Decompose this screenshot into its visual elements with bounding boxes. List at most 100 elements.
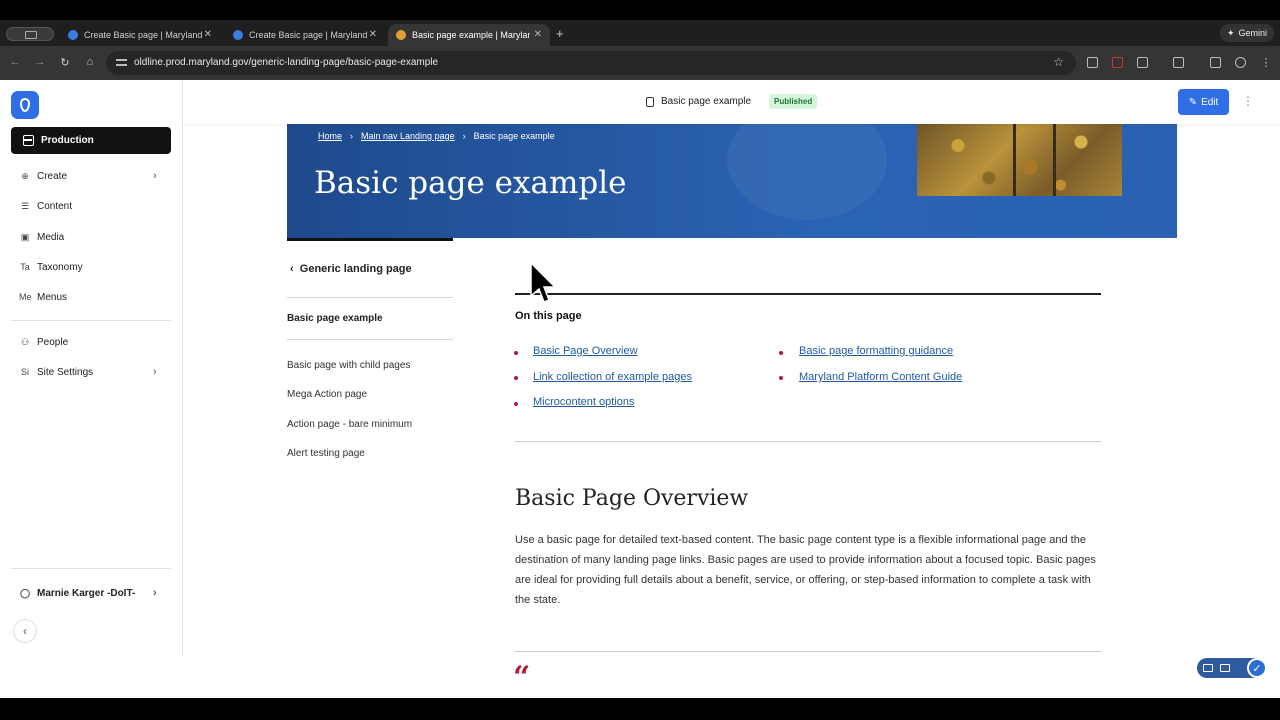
chevron-left-icon: ‹ xyxy=(290,263,300,275)
site-settings-icon[interactable] xyxy=(116,57,127,68)
drupal-logo[interactable] xyxy=(11,91,39,119)
edit-button[interactable]: ✎ Edit xyxy=(1178,89,1229,115)
left-nav-current[interactable]: Basic page example xyxy=(287,313,383,324)
toc-link[interactable]: Basic Page Overview xyxy=(533,345,638,357)
table-icon xyxy=(1203,664,1213,672)
puzzle-icon[interactable] xyxy=(1137,57,1148,68)
user-name: Marnie Karger -DoIT- xyxy=(37,587,136,599)
bullet-icon xyxy=(779,376,783,380)
gemini-label: Gemini xyxy=(1238,28,1267,38)
people-icon: ⚇ xyxy=(20,336,30,347)
extension-icon[interactable] xyxy=(1112,57,1123,68)
more-options-icon[interactable]: ⋮ xyxy=(1242,94,1254,108)
plus-circle-icon: ⊕ xyxy=(21,170,29,181)
close-tab-icon[interactable]: ✕ xyxy=(204,29,212,40)
favicon-icon xyxy=(68,30,78,40)
toc-link[interactable]: Link collection of example pages xyxy=(533,371,692,383)
tab-title: Create Basic page | Maryland xyxy=(249,30,367,40)
taxonomy-icon: Ta xyxy=(20,262,30,272)
divider xyxy=(515,441,1101,442)
breadcrumb-home-link[interactable]: Home xyxy=(318,131,342,141)
browser-toolbar: ← → ↻ ⌂ oldline.prod.maryland.gov/generi… xyxy=(0,46,1280,80)
sidebar-item-site-settings[interactable]: Si Site Settings › xyxy=(19,363,157,381)
checklist-icon xyxy=(1220,664,1230,672)
hero-banner: Home › Main nav Landing page › Basic pag… xyxy=(287,124,1177,238)
reading-list-icon[interactable] xyxy=(1210,57,1221,68)
browser-tab[interactable]: Create Basic page | Maryland ✕ xyxy=(60,24,220,46)
tab-title: Basic page example | Marylan xyxy=(412,30,530,40)
sidebar-item-create[interactable]: ⊕ Create › xyxy=(19,167,156,185)
browser-tab-active[interactable]: Basic page example | Marylan ✕ xyxy=(388,24,550,46)
collapse-sidebar-button[interactable]: ‹ xyxy=(13,619,37,643)
bookmark-star-icon[interactable]: ☆ xyxy=(1053,55,1064,69)
sidebar-item-label: Create xyxy=(37,170,68,182)
workspace-icon xyxy=(23,135,34,146)
close-tab-icon[interactable]: ✕ xyxy=(534,29,542,40)
back-to-parent-link[interactable]: ‹ Generic landing page xyxy=(290,263,412,275)
accessibility-widget[interactable]: ✓ xyxy=(1197,658,1267,678)
divider xyxy=(11,320,171,321)
reload-icon[interactable]: ↻ xyxy=(58,56,72,69)
sidebar-toggle-icon[interactable] xyxy=(6,27,54,41)
bullet-icon xyxy=(514,351,518,355)
workspace-label: Production xyxy=(41,135,94,146)
sidebar-item-label: Menus xyxy=(37,291,68,303)
forward-arrow-icon[interactable]: → xyxy=(33,56,47,68)
site-settings-icon: Si xyxy=(20,367,29,377)
profile-icon[interactable] xyxy=(1235,57,1246,68)
favicon-icon xyxy=(233,30,243,40)
bullet-icon xyxy=(514,402,518,406)
left-nav-item[interactable]: Mega Action page xyxy=(287,389,367,400)
sidebar-item-label: Site Settings xyxy=(37,366,94,378)
chevron-right-icon: › xyxy=(462,131,466,141)
sidebar-item-label: Content xyxy=(37,200,73,212)
toc-link[interactable]: Maryland Platform Content Guide xyxy=(799,371,962,383)
breadcrumb: Home › Main nav Landing page › Basic pag… xyxy=(318,131,555,141)
left-nav-item[interactable]: Basic page with child pages xyxy=(287,360,410,371)
sidebar-item-people[interactable]: ⚇ People xyxy=(19,333,68,351)
page-title: Basic page example xyxy=(661,96,752,107)
divider xyxy=(515,651,1101,652)
browser-tab-bar: Create Basic page | Maryland ✕ Create Ba… xyxy=(0,20,1280,46)
chevron-right-icon: › xyxy=(153,170,157,182)
sidebar-item-label: Media xyxy=(37,231,65,243)
page-preview: Home › Main nav Landing page › Basic pag… xyxy=(183,124,1280,698)
new-tab-icon[interactable]: + xyxy=(556,26,564,41)
sidebar-item-taxonomy[interactable]: Ta Taxonomy xyxy=(19,258,83,276)
toc-link[interactable]: Basic page formatting guidance xyxy=(799,345,953,357)
sidebar-item-label: Taxonomy xyxy=(37,261,83,273)
back-arrow-icon[interactable]: ← xyxy=(8,56,22,68)
sidebar-item-content[interactable]: ☰ Content xyxy=(19,197,72,215)
address-bar[interactable]: oldline.prod.maryland.gov/generic-landin… xyxy=(106,51,1076,75)
extension-icon[interactable] xyxy=(1087,57,1098,68)
drop-icon xyxy=(20,98,30,112)
sidebar-item-menus[interactable]: Me Menus xyxy=(19,288,67,306)
admin-sidebar: Production ⊕ Create › ☰ Content ▣ Media Ta Ta… xyxy=(0,80,183,656)
breadcrumb-landing-link[interactable]: Main nav Landing page xyxy=(361,131,455,141)
chevron-right-icon: › xyxy=(153,587,157,599)
check-icon[interactable]: ✓ xyxy=(1247,658,1267,678)
hero-image-leaves xyxy=(917,124,1122,196)
chevron-right-icon: › xyxy=(153,366,157,378)
divider xyxy=(11,568,171,569)
menu-kebab-icon[interactable]: ⋮ xyxy=(1259,56,1273,69)
workspace-switcher[interactable]: Production xyxy=(11,127,171,154)
home-icon[interactable]: ⌂ xyxy=(83,56,97,68)
cast-icon[interactable] xyxy=(1173,57,1184,68)
close-tab-icon[interactable]: ✕ xyxy=(369,29,377,40)
back-label: Generic landing page xyxy=(299,263,412,275)
gemini-button[interactable]: ✦ Gemini xyxy=(1219,24,1274,42)
top-bar: Basic page example Published ✎ Edit ⋮ xyxy=(183,80,1280,124)
browser-tab[interactable]: Create Basic page | Maryland ✕ xyxy=(225,24,385,46)
hero-decoration xyxy=(727,124,887,220)
divider xyxy=(287,297,453,298)
user-menu[interactable]: ◯ Marnie Karger -DoIT- › xyxy=(19,584,157,602)
menus-icon: Me xyxy=(19,292,32,302)
toc-link[interactable]: Microcontent options xyxy=(533,396,635,408)
sidebar-item-label: People xyxy=(37,336,69,348)
bullet-icon xyxy=(514,376,518,380)
sidebar-item-media[interactable]: ▣ Media xyxy=(19,228,65,246)
sparkle-icon: ✦ xyxy=(1226,27,1235,38)
left-nav-item[interactable]: Alert testing page xyxy=(287,448,365,459)
left-nav-item[interactable]: Action page - bare minimum xyxy=(287,419,412,430)
